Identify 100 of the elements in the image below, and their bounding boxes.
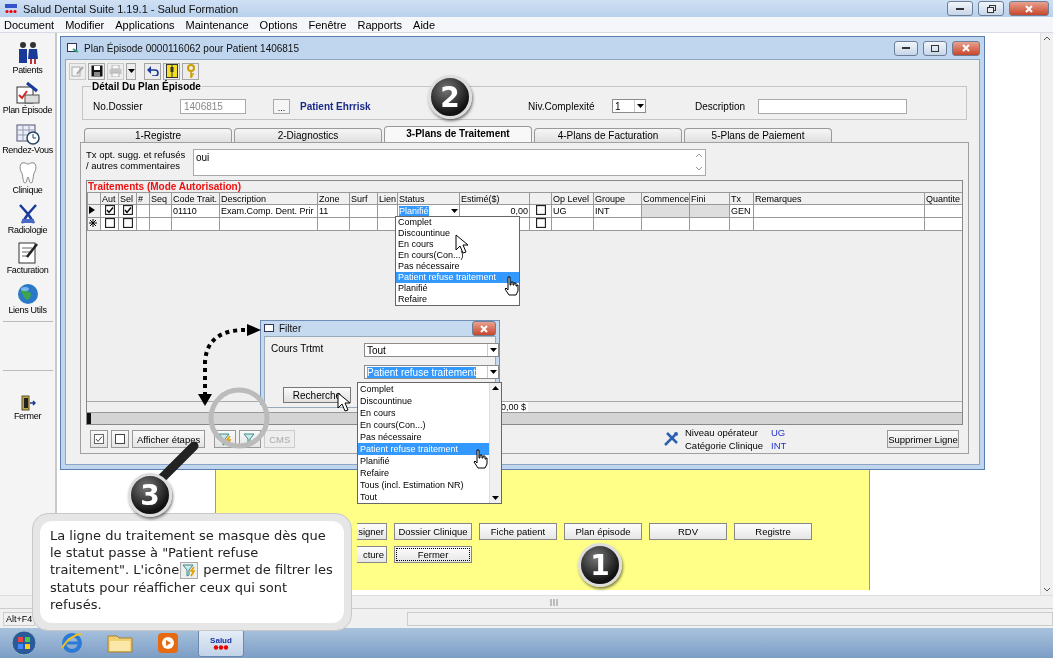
sidebar-item[interactable]: Patients	[0, 35, 55, 75]
checkbox[interactable]	[122, 205, 133, 215]
sidebar-item[interactable]: Fermer	[0, 381, 55, 421]
dropdown-option[interactable]: Tous (incl. Estimation NR)	[358, 479, 489, 491]
menu-item[interactable]: Aide	[413, 18, 436, 31]
field-label: Cours Trtmt	[271, 343, 325, 356]
scroll-up-icon	[490, 383, 501, 393]
panel-button[interactable]: cture	[357, 546, 387, 563]
grip-icon	[550, 598, 558, 606]
column-header: Tx	[729, 192, 754, 205]
close-button[interactable]	[952, 40, 980, 56]
panel-button[interactable]: Plan épisode	[564, 523, 642, 540]
empty-box-icon	[115, 434, 125, 444]
dropdown-option[interactable]: Pas nécessaire	[396, 261, 519, 272]
close-button[interactable]	[472, 321, 496, 336]
tab[interactable]: 3-Plans de Traitement	[384, 126, 532, 142]
undo-button[interactable]	[144, 62, 161, 80]
dropdown-option[interactable]: Discountinue	[358, 395, 489, 407]
menu-item[interactable]: Modifier	[65, 18, 105, 31]
caret-button[interactable]	[126, 62, 136, 80]
field-label: No.Dossier	[93, 100, 144, 112]
browse-button[interactable]: ...	[273, 98, 290, 114]
check-all-button[interactable]	[90, 430, 108, 448]
panel-button[interactable]: Fiche patient	[479, 523, 557, 540]
new-row-icon	[89, 219, 97, 227]
column-header: Quantite	[924, 192, 962, 205]
checkbox[interactable]	[104, 205, 115, 215]
hand-cursor-icon	[472, 449, 488, 469]
sidebar-item[interactable]: Radiologie	[0, 195, 55, 235]
caret-icon	[636, 104, 644, 108]
patient-name: Patient Ehrrisk	[300, 100, 372, 112]
checklist-icon	[14, 81, 41, 105]
list-scrollbar[interactable]	[489, 383, 501, 503]
dots-icon	[213, 645, 229, 650]
dropdown-option[interactable]: En cours	[358, 407, 489, 419]
start-button[interactable]	[11, 630, 37, 656]
browser-icon[interactable]	[60, 632, 84, 654]
dossier-field[interactable]: 1406815	[180, 98, 246, 114]
sidebar-item[interactable]: Clinique	[0, 155, 55, 195]
close-button[interactable]	[1009, 1, 1049, 16]
field-label: Tx opt. sugg. et refusés / autres commentaires	[86, 149, 187, 173]
dropdown-option[interactable]: Planifié	[358, 455, 489, 467]
dropdown-option[interactable]: Tout	[358, 491, 489, 503]
dropdown-option[interactable]: En cours	[396, 239, 519, 250]
tab[interactable]: 2-Diagnostics	[234, 128, 382, 142]
dropdown-option[interactable]: En cours(Con...)	[396, 250, 519, 261]
menu-item[interactable]: Document	[4, 18, 55, 31]
panel-button[interactable]: Dossier Clinique	[394, 523, 472, 540]
restore-button[interactable]	[978, 1, 1004, 16]
dropdown-option[interactable]: En cours(Con...)	[358, 419, 489, 431]
menu-item[interactable]: Options	[259, 18, 298, 31]
save-button[interactable]	[88, 62, 105, 80]
sidebar-item[interactable]: Liens Utils	[0, 275, 55, 315]
menu-item[interactable]: Applications	[115, 18, 175, 31]
maximize-button[interactable]	[923, 40, 947, 56]
book-button[interactable]	[163, 62, 180, 80]
folder-icon[interactable]	[107, 633, 133, 653]
book-icon	[165, 64, 178, 78]
menu-item[interactable]: Fenêtre	[308, 18, 347, 31]
dropdown-option[interactable]: Complet	[358, 383, 489, 395]
tab[interactable]: 1-Registre	[84, 128, 232, 142]
dropdown-option[interactable]: Pas nécessaire	[358, 431, 489, 443]
document-pen-icon	[16, 241, 39, 265]
comments-field[interactable]: oui	[193, 149, 706, 176]
caret-icon	[451, 209, 458, 213]
delete-line-button[interactable]: Supprimer Ligne	[887, 430, 959, 448]
minimize-button[interactable]	[894, 40, 918, 56]
maximize-icon	[931, 44, 939, 52]
panel-button[interactable]: signer	[357, 523, 387, 540]
scroll-arrows-icon	[695, 152, 703, 172]
sidebar-item[interactable]: Rendez-Vous	[0, 115, 55, 155]
menu-item[interactable]: Rapports	[357, 18, 403, 31]
info-value: INT	[771, 440, 788, 451]
tab[interactable]: 4-Plans de Facturation	[534, 128, 682, 142]
vertical-scrollbar[interactable]	[1040, 33, 1053, 595]
field-label: Description	[695, 100, 747, 112]
uncheck-all-button[interactable]	[111, 430, 129, 448]
salud-taskbar-button[interactable]: Salud	[198, 629, 244, 657]
description-field[interactable]	[758, 98, 907, 114]
caret-icon	[127, 69, 135, 73]
search-button[interactable]: Recherche	[283, 387, 351, 403]
media-player-icon[interactable]	[157, 632, 179, 654]
sidebar-item[interactable]: Facturation	[0, 235, 55, 275]
panel-button[interactable]: Registre	[734, 523, 812, 540]
dropdown-option[interactable]: Refaire	[396, 294, 519, 305]
panel-button[interactable]: Fermer	[394, 546, 472, 563]
minimize-icon	[902, 47, 910, 49]
minimize-button[interactable]	[947, 1, 973, 16]
course-select[interactable]: Tout	[364, 343, 499, 357]
panel-button[interactable]: RDV	[649, 523, 727, 540]
dropdown-option[interactable]: Discountinue	[396, 228, 519, 239]
complexity-select[interactable]: 1	[612, 99, 646, 113]
menu-item[interactable]: Maintenance	[185, 18, 249, 31]
tab[interactable]: 5-Plans de Paiement	[684, 128, 832, 142]
sidebar-item[interactable]: Plan Épisode	[0, 75, 55, 115]
close-icon	[480, 324, 488, 333]
dropdown-option[interactable]: Complet	[396, 217, 519, 228]
column-header: Commence	[641, 192, 690, 205]
dropdown-option[interactable]: Refaire	[358, 467, 489, 479]
callout-text: La ligne du traitement se masque dès que le statut passe à "Patient refuse traitement". L'icône permet de filtrer les statuts pour réafficher ceux qui sont refusés.	[50, 527, 334, 613]
